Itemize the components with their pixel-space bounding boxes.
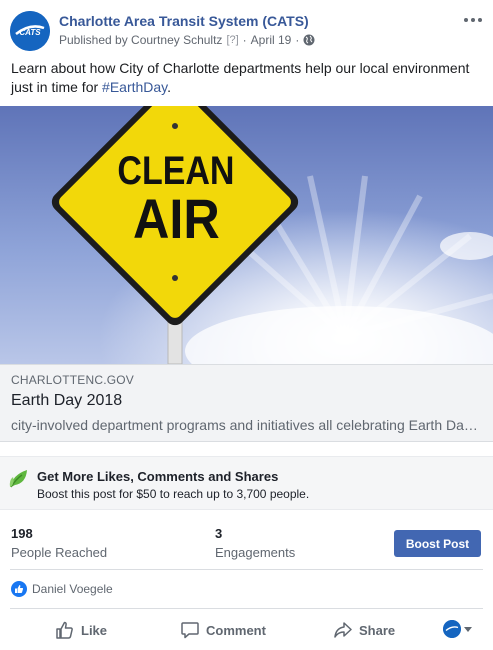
like-label: Like [81,622,108,638]
people-reached-label: People Reached [11,545,108,560]
link-domain: CHARLOTTENC.GOV [11,373,135,387]
link-title[interactable]: Earth Day 2018 [11,392,122,410]
page-name-link[interactable]: Charlotte Area Transit System (CATS) [59,13,309,29]
comment-icon [181,622,199,639]
divider [10,608,483,609]
post-meta: Published by Courtney Schultz [?] · Apri… [59,33,315,47]
boost-promo-title: Get More Likes, Comments and Shares [37,469,279,484]
post-text-end: . [167,79,172,95]
published-by[interactable]: Published by Courtney Schultz [59,33,222,47]
globe-icon[interactable] [303,34,315,46]
sign-text-clean: CLEAN [117,147,234,192]
post-date[interactable]: April 19 [251,33,292,47]
engagements-value[interactable]: 3 [215,526,222,541]
page-avatar[interactable]: CATS [10,11,50,51]
post-text-body: Learn about how City of Charlotte depart… [11,60,470,95]
share-arrow-icon [334,622,352,638]
link-preview-image[interactable]: CLEAN AIR [0,106,493,364]
facebook-post: CATS Charlotte Area Transit System (CATS… [0,0,493,650]
sign-text-air: AIR [133,189,220,251]
help-marker[interactable]: [?] [226,34,238,46]
people-reached-value[interactable]: 198 [11,526,33,541]
link-description: city-involved department programs and in… [11,417,481,433]
share-button[interactable]: Share [333,618,395,642]
reactor-name[interactable]: Daniel Voegele [32,582,113,596]
post-message: Learn about how City of Charlotte depart… [11,59,481,97]
share-label: Share [359,622,396,638]
leaf-icon [9,470,27,488]
thumbs-up-icon [56,621,73,639]
boost-promo[interactable]: Get More Likes, Comments and Shares Boos… [0,456,493,510]
boost-promo-subtitle: Boost this post for $50 to reach up to 3… [37,487,310,501]
boost-post-button[interactable]: Boost Post [394,530,481,557]
link-preview-card[interactable]: CHARLOTTENC.GOV Earth Day 2018 city-invo… [0,364,493,442]
hashtag-link[interactable]: #EarthDay [102,79,167,95]
like-reaction-icon[interactable] [11,581,27,597]
more-options-icon[interactable] [463,10,483,30]
post-as-page-selector[interactable] [443,620,472,638]
divider [10,569,483,570]
meta-separator-2: · [295,33,300,47]
like-button[interactable]: Like [55,618,107,642]
comment-label: Comment [206,622,266,638]
page-avatar-small [443,620,461,638]
chevron-down-icon [464,626,472,632]
avatar-logo-text: CATS [19,28,41,37]
meta-separator: · [242,33,247,47]
comment-button[interactable]: Comment [180,618,266,642]
engagements-label: Engagements [215,545,296,560]
